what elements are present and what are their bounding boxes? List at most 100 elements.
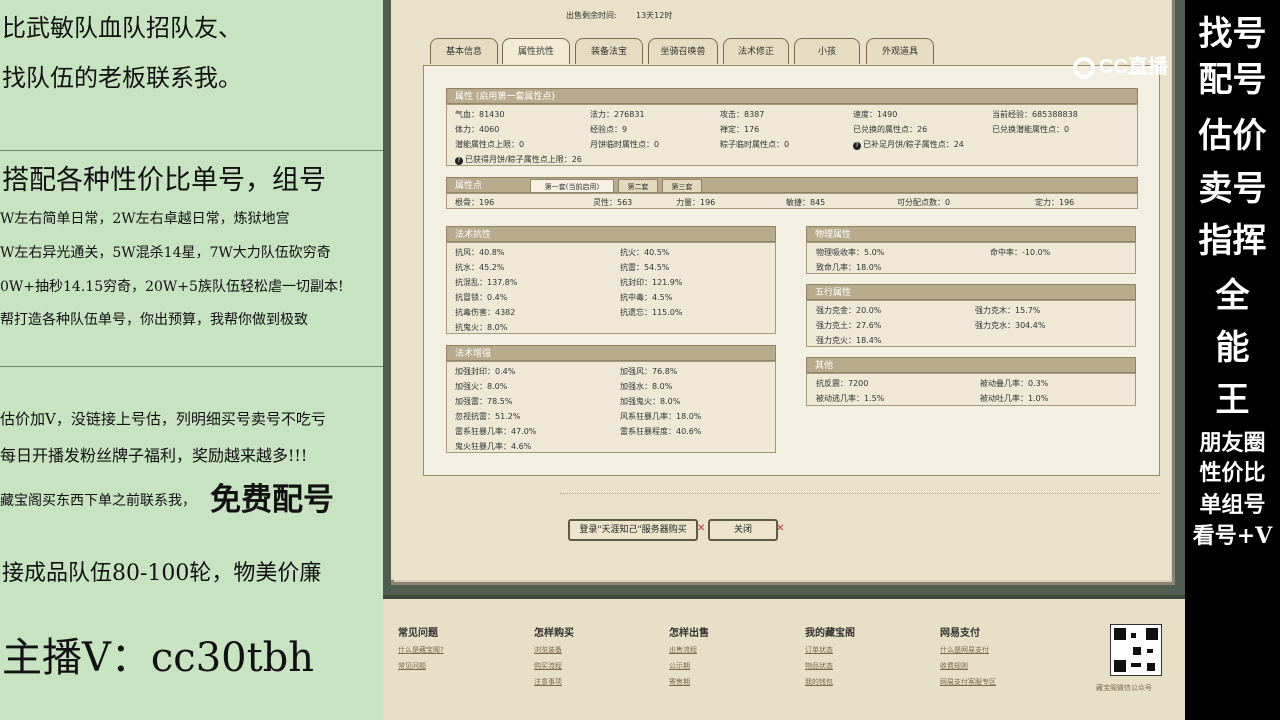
tab-basic-info[interactable]: 基本信息 [430,38,498,64]
ad-line-6: 0W+抽秒14.15穷奇，20W+5族队伍轻松虐一切副本! [0,279,344,295]
footer-link[interactable]: 注意事项 [534,677,562,687]
resist-right-0: 抗火：40.5% [620,248,670,257]
physical-left-0: 物理吸收率：5.0% [816,248,885,257]
help-icon[interactable]: ? [853,142,861,150]
points-set-2-tab[interactable]: 第二套 [618,179,658,193]
footer-link[interactable]: 常见问题 [398,661,426,671]
resist-left-5: 抗鬼火：8.0% [455,323,508,332]
enhance-right-4: 雷系狂暴程度：40.6% [620,427,702,436]
pt-agility: 敏捷：845 [786,198,826,207]
attr-exp: 当前经验：685388838 [992,110,1078,119]
physical-header: 物理属性 [806,226,1136,242]
divider [0,150,383,151]
ad-line-1: 比武敏队血队招队友、 [2,14,242,42]
tab-spell-mod[interactable]: 法术修正 [723,38,789,64]
tab-children[interactable]: 小孩 [794,38,860,64]
ad-line-11: 接成品队伍80-100轮，物美价廉 [2,561,322,586]
other-left-1: 被动逃几率：1.5% [816,394,885,403]
pt-constitution: 根骨：196 [455,198,495,207]
right-ad-small: 看号+V [1192,523,1273,549]
right-ad-panel: 找号 配号 估价 卖号 指挥 全 能 王 朋友圈 性价比 单组号 看号+V [1185,0,1280,720]
resist-left-3: 抗冒锁：0.4% [455,293,508,302]
footer-link[interactable]: 什么是网易支付 [940,645,989,655]
sale-time-label: 出售剩余时间: [566,11,617,20]
right-ad-line: 配号 [1198,60,1267,100]
other-header: 其他 [806,357,1136,373]
close-icon[interactable]: ✕ [697,523,705,534]
other-right-1: 被动吐几率：1.0% [980,394,1049,403]
enhance-right-0: 加强风：76.8% [620,367,678,376]
footer-link[interactable]: 收费规则 [940,661,968,671]
tab-appearance[interactable]: 外观道具 [866,38,934,64]
ad-free-config: 免费配号 [210,482,334,518]
footer-link[interactable]: 公示期 [669,661,690,671]
resist-left-2: 抗混乱：137.8% [455,278,518,287]
login-buy-button[interactable]: 登录"天涯知己"服务器购买 [568,519,698,541]
footer-link[interactable]: 订单状态 [805,645,833,655]
close-icon[interactable]: ✕ [776,523,784,534]
footer-link[interactable]: 什么是藏宝阁? [398,645,444,655]
tab-attributes[interactable]: 属性抗性 [502,38,570,64]
attr-exchanged-potential: 已兑换潜能属性点：0 [992,125,1070,134]
attr-header: 属性 (启用第一套属性点) [446,88,1138,104]
attr-hp: 气血：81430 [455,110,505,119]
enhance-right-3: 风系狂暴几率：18.0% [620,412,702,421]
close-button[interactable]: 关闭 [708,519,778,541]
attr-cap-gained-label: 已获得月饼/粽子属性点上限：26 [465,155,582,164]
ad-line-3: 搭配各种性价比单号，组号 [2,165,326,196]
ad-streamer-contact: 主播V：cc30tbh [2,635,315,681]
five-right-1: 强力克水：304.4% [975,321,1046,330]
qr-code [1110,624,1162,676]
sale-time-value: 13天12时 [636,11,673,20]
attr-zongzi-temp: 粽子临时属性点：0 [720,140,790,149]
resist-left-4: 抗毒伤害：4382 [455,308,516,317]
help-icon[interactable]: ? [455,157,463,165]
footer-link[interactable]: 出售流程 [669,645,697,655]
tab-mounts-pets[interactable]: 坐骑召唤兽 [648,38,718,64]
attr-mooncake-temp: 月饼临时属性点：0 [590,140,660,149]
resist-left-1: 抗水：45.2% [455,263,505,272]
footer-link[interactable]: 购买流程 [534,661,562,671]
resist-right-2: 抗封印：121.9% [620,278,683,287]
attr-mp: 法力：276831 [590,110,645,119]
other-left-0: 抗反震：7200 [816,379,869,388]
attr-cap-gained: ? 已获得月饼/粽子属性点上限：26 [455,154,582,165]
ad-line-4: W左右简单日常，2W左右卓越日常，炼狱地宫 [0,211,290,227]
right-ad-line: 估价 [1198,116,1267,156]
physical-right-0: 命中率：-10.0% [990,248,1051,257]
physical-left-1: 致命几率：18.0% [816,263,882,272]
divider [560,493,1160,494]
logo-icon [1073,56,1095,79]
logo-text: CC直播 [1099,56,1168,78]
five-right-0: 强力克木：15.7% [975,306,1041,315]
points-set-1-tab[interactable]: 第一套(当前启用) [530,179,614,193]
right-ad-small: 性价比 [1199,460,1266,486]
attr-potential-cap: 潜能属性点上限：0 [455,140,525,149]
attr-atk: 攻击：8387 [720,110,765,119]
tab-equipment[interactable]: 装备法宝 [575,38,643,64]
right-ad-line: 指挥 [1198,221,1267,261]
five-left-0: 强力克金：20.0% [816,306,882,315]
ad-line-7: 帮打造各种队伍单号，你出预算，我帮你做到极致 [0,312,308,328]
footer-link[interactable]: 浏览装备 [534,645,562,655]
other-right-0: 被动叠几率：0.3% [980,379,1049,388]
resist-right-3: 抗中毒：4.5% [620,293,673,302]
attr-speed: 速度：1490 [853,110,898,119]
enhance-left-5: 鬼火狂暴几率：4.6% [455,442,532,451]
attr-stamina: 体力：4060 [455,125,500,134]
ad-line-8: 估价加V，没链接上号估，列明细买号卖号不吃亏 [0,410,326,428]
enhance-left-2: 加强雷：78.5% [455,397,513,406]
enhance-right-2: 加强鬼火：8.0% [620,397,681,406]
right-ad-line: 能 [1215,328,1250,368]
footer-link[interactable]: 寄售期 [669,677,690,687]
attr-exp-points: 经验点：9 [590,125,628,134]
points-set-3-tab[interactable]: 第三套 [662,179,702,193]
footer-link[interactable]: 物品状态 [805,661,833,671]
five-header: 五行属性 [806,284,1136,300]
ad-line-10a: 藏宝阁买东西下单之前联系我， [0,493,196,509]
enhance-right-1: 加强水：8.0% [620,382,673,391]
footer-link[interactable]: 网易支付客服专区 [940,677,996,687]
footer-link[interactable]: 我的钱包 [805,677,833,687]
ad-line-5: W左右异光通关，5W混杀14星，7W大力队伍砍穷奇 [0,245,331,261]
qr-caption: 藏宝阁微信公众号 [1096,684,1152,692]
